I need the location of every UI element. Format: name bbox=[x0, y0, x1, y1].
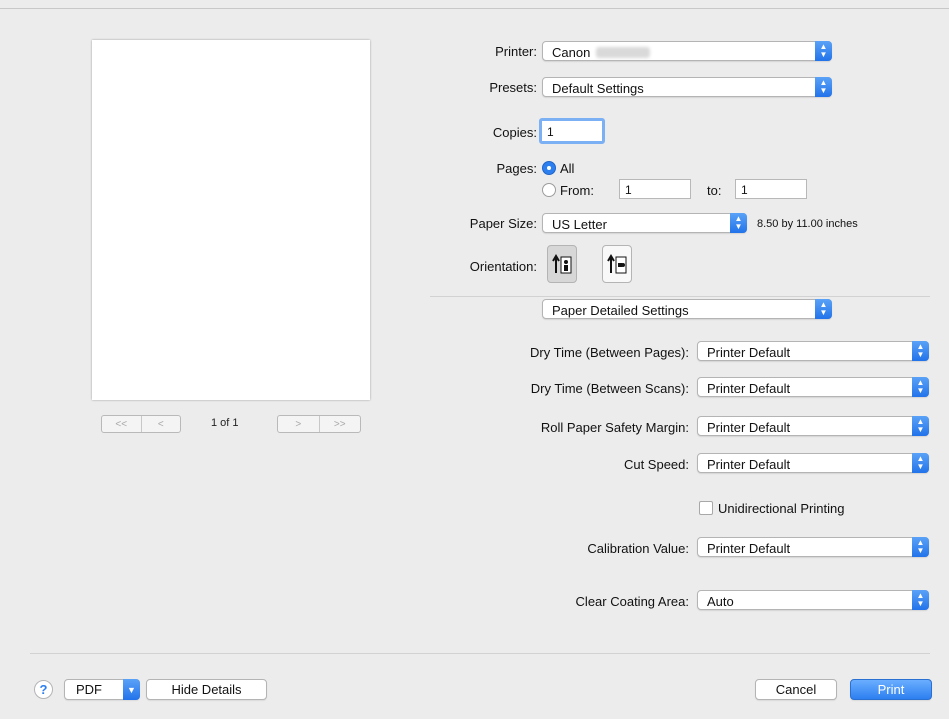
pdf-label: PDF bbox=[76, 682, 102, 697]
copies-value: 1 bbox=[547, 125, 554, 139]
up-down-chevrons-icon: ▲ ▼ bbox=[815, 41, 832, 61]
unidirectional-checkbox[interactable] bbox=[699, 501, 713, 515]
copies-label: Copies: bbox=[492, 125, 537, 140]
unidirectional-label: Unidirectional Printing bbox=[718, 501, 845, 516]
orientation-label: Orientation: bbox=[469, 259, 537, 274]
dry-time-pages-popup[interactable]: Printer Default ▲ ▼ bbox=[697, 341, 929, 361]
up-down-chevrons-icon: ▲ ▼ bbox=[912, 377, 929, 397]
page-count-label: 1 of 1 bbox=[211, 417, 239, 429]
up-down-chevrons-icon: ▲ ▼ bbox=[912, 537, 929, 557]
up-down-chevrons-icon: ▲ ▼ bbox=[912, 590, 929, 610]
dry-time-pages-label: Dry Time (Between Pages): bbox=[530, 345, 689, 360]
landscape-orientation-icon bbox=[607, 254, 627, 274]
previous-page-button[interactable]: < bbox=[140, 416, 181, 432]
calibration-popup[interactable]: Printer Default ▲ ▼ bbox=[697, 537, 929, 557]
page-preview bbox=[92, 40, 370, 400]
footer-separator bbox=[30, 653, 930, 654]
hide-details-button[interactable]: Hide Details bbox=[146, 679, 267, 700]
redacted-model bbox=[596, 47, 651, 58]
cancel-button[interactable]: Cancel bbox=[755, 679, 837, 700]
roll-paper-margin-label: Roll Paper Safety Margin: bbox=[540, 420, 689, 435]
landscape-orientation-button[interactable] bbox=[602, 245, 632, 283]
dry-time-scans-popup[interactable]: Printer Default ▲ ▼ bbox=[697, 377, 929, 397]
section-popup-value: Paper Detailed Settings bbox=[552, 303, 689, 318]
up-down-chevrons-icon: ▲ ▼ bbox=[730, 213, 747, 233]
cut-speed-popup[interactable]: Printer Default ▲ ▼ bbox=[697, 453, 929, 473]
dry-time-scans-value: Printer Default bbox=[707, 381, 791, 396]
pages-to-value: 1 bbox=[741, 183, 748, 197]
roll-paper-margin-popup[interactable]: Printer Default ▲ ▼ bbox=[697, 416, 929, 436]
chevron-down-icon: ▼ bbox=[123, 679, 140, 700]
paper-size-value: US Letter bbox=[552, 217, 607, 232]
presets-value: Default Settings bbox=[552, 81, 644, 96]
pages-label: Pages: bbox=[496, 161, 537, 176]
portrait-orientation-icon bbox=[552, 254, 572, 274]
preview-forward-buttons: > >> bbox=[277, 415, 361, 433]
pages-to-field[interactable]: 1 bbox=[735, 179, 807, 199]
dry-time-scans-label: Dry Time (Between Scans): bbox=[530, 381, 689, 396]
portrait-orientation-button[interactable] bbox=[547, 245, 577, 283]
paper-size-label: Paper Size: bbox=[469, 216, 537, 231]
roll-paper-margin-value: Printer Default bbox=[707, 420, 791, 435]
calibration-value: Printer Default bbox=[707, 541, 791, 556]
pages-from-label: From: bbox=[560, 183, 594, 198]
print-button[interactable]: Print bbox=[850, 679, 932, 700]
pages-from-value: 1 bbox=[625, 183, 632, 197]
printer-label: Printer: bbox=[495, 44, 537, 59]
pages-all-radio[interactable] bbox=[542, 161, 556, 175]
paper-size-popup[interactable]: US Letter ▲ ▼ bbox=[542, 213, 747, 233]
printer-value: Canon bbox=[552, 45, 591, 60]
calibration-label: Calibration Value: bbox=[587, 541, 689, 556]
paper-dimensions: 8.50 by 11.00 inches bbox=[757, 218, 858, 230]
up-down-chevrons-icon: ▲ ▼ bbox=[815, 77, 832, 97]
pdf-menu-button[interactable]: PDF ▼ bbox=[64, 679, 140, 700]
up-down-chevrons-icon: ▲ ▼ bbox=[815, 299, 832, 319]
cut-speed-label: Cut Speed: bbox=[623, 457, 689, 472]
preview-back-buttons: << < bbox=[101, 415, 181, 433]
clear-coating-popup[interactable]: Auto ▲ ▼ bbox=[697, 590, 929, 610]
up-down-chevrons-icon: ▲ ▼ bbox=[912, 453, 929, 473]
dry-time-pages-value: Printer Default bbox=[707, 345, 791, 360]
cut-speed-value: Printer Default bbox=[707, 457, 791, 472]
clear-coating-value: Auto bbox=[707, 594, 734, 609]
next-page-button[interactable]: > bbox=[278, 416, 319, 432]
up-down-chevrons-icon: ▲ ▼ bbox=[912, 416, 929, 436]
clear-coating-label: Clear Coating Area: bbox=[575, 594, 689, 609]
first-page-button[interactable]: << bbox=[102, 416, 141, 432]
last-page-button[interactable]: >> bbox=[318, 416, 361, 432]
copies-field[interactable]: 1 bbox=[539, 118, 605, 144]
pages-from-field[interactable]: 1 bbox=[619, 179, 691, 199]
printer-popup[interactable]: Canon ▲ ▼ bbox=[542, 41, 832, 61]
pages-from-radio[interactable] bbox=[542, 183, 556, 197]
pages-to-label: to: bbox=[707, 183, 722, 198]
separator bbox=[430, 296, 930, 297]
help-button[interactable]: ? bbox=[34, 680, 53, 699]
section-popup[interactable]: Paper Detailed Settings ▲ ▼ bbox=[542, 299, 832, 319]
window-top-edge bbox=[0, 0, 949, 9]
up-down-chevrons-icon: ▲ ▼ bbox=[912, 341, 929, 361]
presets-label: Presets: bbox=[489, 80, 537, 95]
pages-all-label: All bbox=[560, 161, 575, 176]
presets-popup[interactable]: Default Settings ▲ ▼ bbox=[542, 77, 832, 97]
